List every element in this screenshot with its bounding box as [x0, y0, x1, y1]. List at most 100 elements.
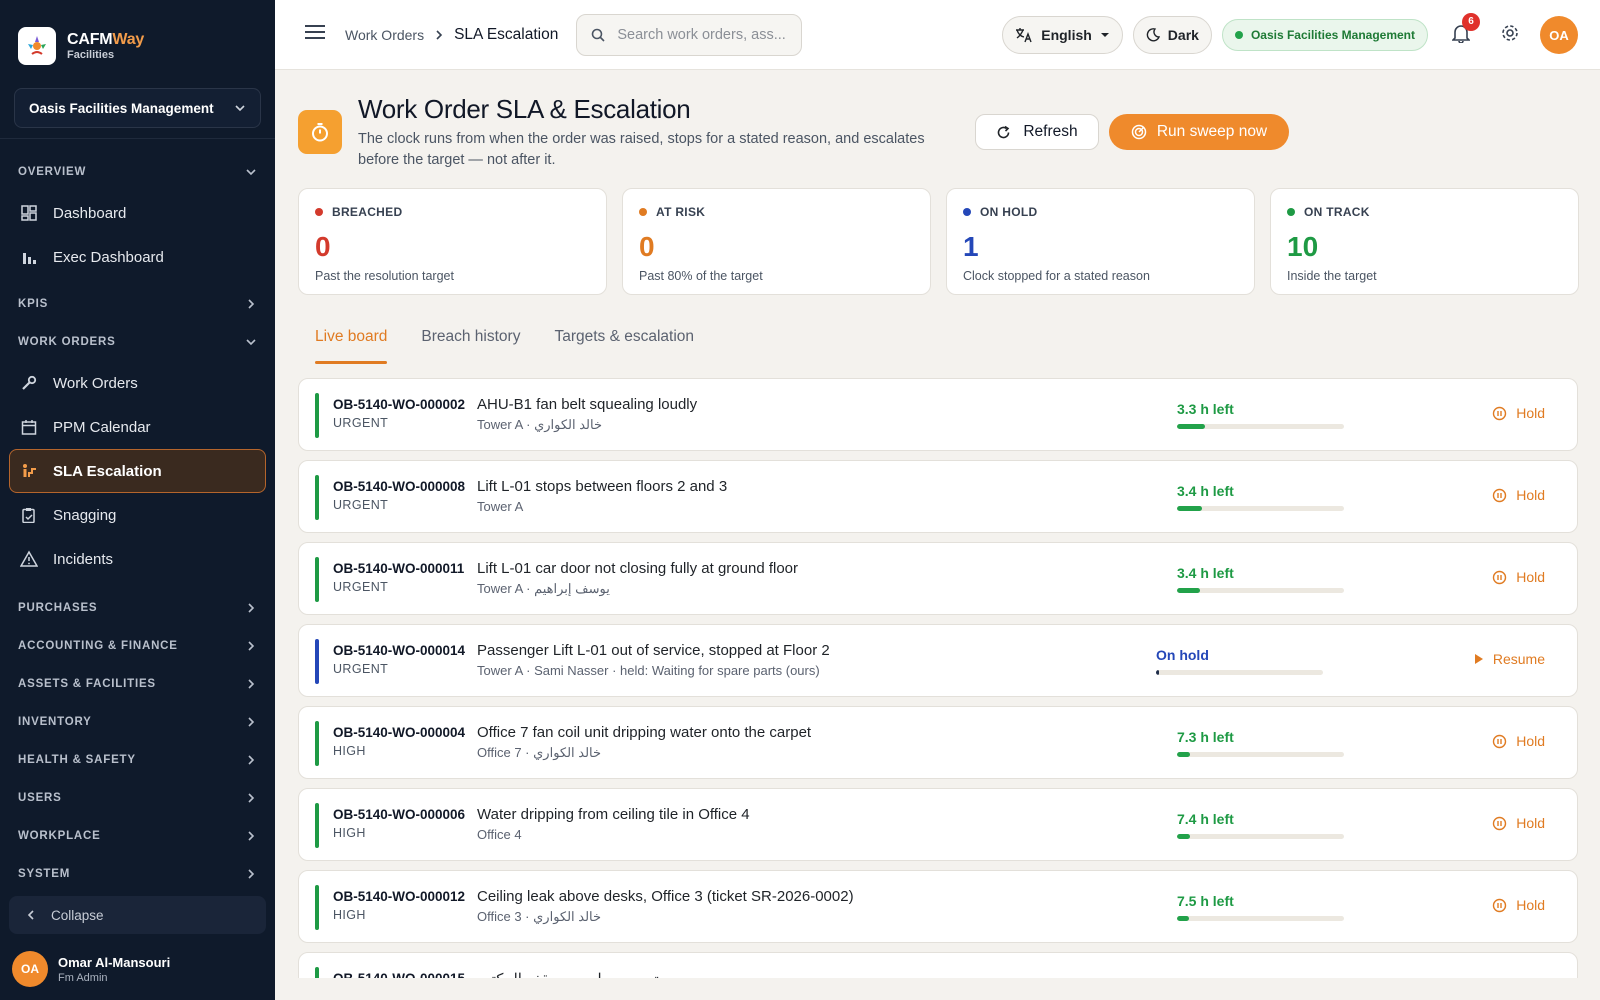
hamburger-menu-icon[interactable]: [305, 24, 327, 45]
brand-subtitle: Facilities: [67, 49, 115, 61]
language-select[interactable]: English: [1002, 16, 1123, 54]
brand[interactable]: CAFMWay Facilities: [0, 0, 275, 72]
wrench-icon: [19, 374, 39, 392]
escalator-icon: [19, 463, 39, 479]
table-row[interactable]: OB-5140-WO-000015HIGHتسرب مياه من سقف ال…: [298, 952, 1578, 978]
work-order-code[interactable]: OB-5140-WO-000006: [333, 807, 465, 822]
work-order-code[interactable]: OB-5140-WO-000015: [333, 971, 465, 978]
work-order-code[interactable]: OB-5140-WO-000014: [333, 643, 465, 658]
work-order-title[interactable]: تسرب مياه من سقف المكتب: [477, 970, 659, 978]
hold-button[interactable]: Hold: [1492, 733, 1545, 749]
work-order-title[interactable]: Ceiling leak above desks, Office 3 (tick…: [477, 888, 854, 905]
chevron-right-icon: [248, 793, 255, 803]
time-left: 7.5 h left: [1177, 893, 1234, 909]
run-sweep-label: Run sweep now: [1156, 123, 1268, 140]
refresh-button[interactable]: Refresh: [975, 114, 1099, 150]
work-order-title[interactable]: Water dripping from ceiling tile in Offi…: [477, 806, 750, 823]
hold-button[interactable]: Hold: [1492, 405, 1545, 421]
tab-breach-history[interactable]: Breach history: [404, 318, 537, 364]
table-row[interactable]: OB-5140-WO-000012 HIGH Ceiling leak above …: [298, 870, 1578, 943]
nav-section-users[interactable]: USERS: [0, 779, 275, 817]
table-row[interactable]: OB-5140-WO-000006 HIGH Water dripping from…: [298, 788, 1578, 861]
status-bar: [315, 393, 319, 438]
hold-button[interactable]: Hold: [1492, 897, 1545, 913]
work-order-meta: Tower A: [477, 499, 524, 514]
chevron-down-icon: [246, 339, 256, 346]
work-order-title[interactable]: Lift L-01 car door not closing fully at …: [477, 560, 798, 577]
work-order-title[interactable]: AHU-B1 fan belt squealing loudly: [477, 396, 697, 413]
work-order-code[interactable]: OB-5140-WO-000008: [333, 479, 465, 494]
notifications-button[interactable]: 6: [1451, 12, 1480, 48]
sidebar-item-dashboard[interactable]: Dashboard: [9, 191, 266, 235]
settings-gear-icon[interactable]: [1500, 23, 1520, 48]
sidebar-item-incidents[interactable]: Incidents: [9, 537, 266, 581]
nav-section-work-orders[interactable]: WORK ORDERS: [0, 323, 275, 361]
org-select-label: Oasis Facilities Management: [29, 100, 214, 116]
sidebar-item-label: Exec Dashboard: [53, 248, 164, 266]
nav-section-assets[interactable]: ASSETS & FACILITIES: [0, 665, 275, 703]
chevron-down-icon: [235, 105, 245, 112]
sidebar-item-ppm-calendar[interactable]: PPM Calendar: [9, 405, 266, 449]
work-order-title[interactable]: Passenger Lift L-01 out of service, stop…: [477, 642, 830, 659]
run-sweep-button[interactable]: Run sweep now: [1109, 114, 1289, 150]
search-input[interactable]: Search work orders, ass...: [576, 13, 803, 56]
sla-progress-bar: [1156, 670, 1323, 675]
org-select[interactable]: Oasis Facilities Management: [14, 88, 261, 128]
table-row[interactable]: OB-5140-WO-000011 URGENT Lift L-01 car doo…: [298, 542, 1578, 615]
work-order-meta: Tower A · يوسف إبراهيم: [477, 581, 610, 596]
nav-section-health-safety[interactable]: HEALTH & SAFETY: [0, 741, 275, 779]
work-order-code[interactable]: OB-5140-WO-000011: [333, 561, 464, 576]
table-row[interactable]: OB-5140-WO-000008 URGENT Lift L-01 stops b…: [298, 460, 1578, 533]
nav-section-overview[interactable]: OVERVIEW: [0, 153, 275, 191]
translate-icon: [1016, 28, 1032, 43]
nav-section-inventory[interactable]: INVENTORY: [0, 703, 275, 741]
org-badge[interactable]: Oasis Facilities Management: [1221, 19, 1428, 51]
brand-logo-icon: [18, 27, 56, 65]
nav-section-accounting[interactable]: ACCOUNTING & FINANCE: [0, 627, 275, 665]
org-badge-label: Oasis Facilities Management: [1250, 28, 1415, 42]
work-order-code[interactable]: OB-5140-WO-000012: [333, 889, 465, 904]
tab-live-board[interactable]: Live board: [298, 318, 404, 364]
work-order-title[interactable]: Lift L-01 stops between floors 2 and 3: [477, 478, 727, 495]
nav-section-workplace[interactable]: WORKPLACE: [0, 817, 275, 855]
work-order-code[interactable]: OB-5140-WO-000004: [333, 725, 465, 740]
search-placeholder: Search work orders, ass...: [617, 26, 786, 43]
page-description: The clock runs from when the order was r…: [358, 131, 925, 168]
sidebar-item-work-orders[interactable]: Work Orders: [9, 361, 266, 405]
play-icon: [1474, 654, 1483, 664]
user-avatar[interactable]: OA: [1540, 16, 1578, 54]
nav-section-kpis[interactable]: KPIS: [0, 285, 275, 323]
hold-button[interactable]: Hold: [1492, 487, 1545, 503]
sidebar-item-snagging[interactable]: Snagging: [9, 493, 266, 537]
breadcrumb: Work Orders SLA Escalation: [345, 26, 558, 44]
tab-targets-escalation[interactable]: Targets & escalation: [537, 318, 711, 364]
chevron-right-icon: [436, 29, 443, 40]
resume-button[interactable]: Resume: [1474, 651, 1545, 667]
time-left: 3.4 h left: [1177, 483, 1234, 499]
stat-card-on-hold: ON HOLD 1 Clock stopped for a stated rea…: [946, 188, 1255, 295]
sla-progress-fill: [1156, 670, 1160, 675]
breadcrumb-parent[interactable]: Work Orders: [345, 27, 424, 43]
nav-section-system[interactable]: SYSTEM: [0, 855, 275, 893]
nav-section-purchases[interactable]: PURCHASES: [0, 589, 275, 627]
notification-count-badge: 6: [1462, 12, 1480, 31]
work-order-title[interactable]: Office 7 fan coil unit dripping water on…: [477, 724, 811, 741]
status-bar: [315, 475, 319, 520]
sidebar-item-exec-dashboard[interactable]: Exec Dashboard: [9, 235, 266, 279]
table-row[interactable]: OB-5140-WO-000014 URGENT Passenger Lift L-…: [298, 624, 1578, 697]
theme-toggle[interactable]: Dark: [1132, 16, 1212, 54]
status-bar: [315, 803, 319, 848]
status-bar: [315, 557, 319, 602]
work-order-list: OB-5140-WO-000002 URGENT AHU-B1 fan belt s…: [298, 378, 1578, 978]
table-row[interactable]: OB-5140-WO-000002 URGENT AHU-B1 fan belt s…: [298, 378, 1578, 451]
hold-button[interactable]: Hold: [1492, 569, 1545, 585]
hold-button[interactable]: Hold: [1492, 815, 1545, 831]
work-order-code[interactable]: OB-5140-WO-000002: [333, 397, 465, 412]
sidebar-item-sla-escalation[interactable]: SLA Escalation: [9, 449, 266, 493]
user-name: Omar Al-Mansouri: [58, 954, 171, 970]
stat-card-at-risk: AT RISK 0 Past 80% of the target: [622, 188, 931, 295]
table-row[interactable]: OB-5140-WO-000004 HIGH Office 7 fan coil u…: [298, 706, 1578, 779]
collapse-button[interactable]: Collapse: [9, 896, 266, 934]
stat-card-breached: BREACHED 0 Past the resolution target: [298, 188, 607, 295]
user-menu[interactable]: OA Omar Al-Mansouri Fm Admin: [12, 951, 170, 987]
